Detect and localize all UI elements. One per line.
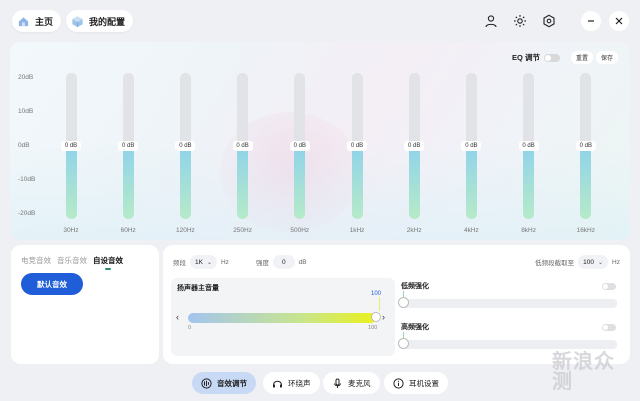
equalizer-icon <box>201 377 212 389</box>
nav-headset-settings[interactable]: 耳机设置 <box>384 372 448 394</box>
eq-reset-button[interactable]: 重置 <box>570 51 593 64</box>
frequency-label: 频段 <box>173 260 186 267</box>
frequency-unit: Hz <box>220 258 229 266</box>
y-label-20: 20dB <box>18 74 34 81</box>
nav-microphone-label: 麦克风 <box>348 378 371 388</box>
preset-card: 电竞音效 音乐音效 自设音效 默认音效 <box>11 245 159 364</box>
gain-label: 强度 <box>256 260 269 267</box>
treble-boost-handle[interactable] <box>398 338 409 349</box>
frequency-control: 频段 1K ⌄ Hz <box>173 255 229 269</box>
nav-surround-label: 环绕声 <box>288 378 311 388</box>
eq-band-value[interactable]: 0 dB <box>518 141 539 151</box>
eq-band-label: 16kHz <box>576 227 596 234</box>
minimize-icon <box>588 20 594 22</box>
my-config-button[interactable]: 我的配置 <box>66 10 134 32</box>
eq-toggle[interactable] <box>543 53 560 62</box>
y-label-10: 10dB <box>18 108 34 115</box>
cube-icon <box>70 14 84 28</box>
control-card: 频段 1K ⌄ Hz 强度 0 dB 低频段截取至 100 ⌄ Hz 扬声器主音… <box>163 245 630 364</box>
info-icon <box>393 377 404 389</box>
volume-increase-icon[interactable]: › <box>382 312 385 322</box>
eq-band-value[interactable]: 0 dB <box>461 141 482 151</box>
user-icon[interactable] <box>482 12 500 30</box>
speaker-volume-title: 扬声器主音量 <box>177 285 219 292</box>
minimize-button[interactable] <box>581 11 601 31</box>
lowcut-label: 低频段截取至 <box>535 260 575 267</box>
eq-band-label: 250Hz <box>233 227 252 234</box>
eq-panel: EQ 调节 重置 保存 20dB 10dB 0dB -10dB -20dB 0 … <box>10 42 630 240</box>
close-icon <box>615 17 623 25</box>
eq-band-value[interactable]: 0 dB <box>175 141 196 151</box>
eq-band-label: 2kHz <box>406 227 422 234</box>
eq-band-value[interactable]: 0 dB <box>232 141 253 151</box>
nav-sound-tuning[interactable]: 音效调节 <box>192 372 256 394</box>
preset-tabs: 电竞音效 音乐音效 自设音效 <box>21 255 129 270</box>
treble-boost-slider[interactable] <box>401 340 617 349</box>
eq-band-label: 30Hz <box>63 227 79 234</box>
lowcut-control: 低频段截取至 100 ⌄ Hz <box>535 255 620 269</box>
settings-icon[interactable] <box>540 12 558 30</box>
bass-boost-title: 低频强化 <box>401 283 429 290</box>
gain-control: 强度 0 dB <box>256 255 307 269</box>
eq-band-value[interactable]: 0 dB <box>61 141 81 151</box>
home-icon <box>16 14 30 28</box>
y-label-minus10: -10dB <box>18 176 36 183</box>
y-label-0: 0dB <box>18 142 30 149</box>
lowcut-unit: Hz <box>612 258 620 266</box>
eq-band-value[interactable]: 0 dB <box>289 141 310 151</box>
bass-boost-control: 低频强化 <box>398 278 622 316</box>
treble-boost-title: 高频强化 <box>401 324 429 331</box>
home-label: 主页 <box>35 16 54 27</box>
eq-save-button[interactable]: 保存 <box>595 51 618 64</box>
lowcut-value: 100 <box>583 258 595 266</box>
volume-slider[interactable] <box>188 313 376 323</box>
eq-band-value[interactable]: 0 dB <box>575 141 596 151</box>
eq-title: EQ 调节 <box>512 53 540 62</box>
eq-band-value[interactable]: 0 dB <box>404 141 425 151</box>
headphones-icon <box>272 378 283 389</box>
nav-headset-settings-label: 耳机设置 <box>409 378 439 388</box>
frequency-select[interactable]: 1K ⌄ <box>190 255 217 269</box>
volume-decrease-icon[interactable]: ‹ <box>176 312 179 322</box>
nav-microphone[interactable]: 麦克风 <box>323 372 380 394</box>
treble-boost-toggle[interactable] <box>602 324 616 331</box>
microphone-icon <box>332 378 343 389</box>
close-button[interactable] <box>609 11 629 31</box>
speaker-volume-box: 扬声器主音量 100 ‹ › 0 100 <box>171 278 395 356</box>
eq-band-label: 4kHz <box>463 227 479 234</box>
gain-input[interactable]: 0 <box>273 255 295 269</box>
nav-surround[interactable]: 环绕声 <box>263 372 320 394</box>
eq-band-label: 500Hz <box>290 227 310 234</box>
nav-sound-tuning-label: 音效调节 <box>217 378 247 388</box>
my-config-label: 我的配置 <box>89 16 126 27</box>
eq-band-value[interactable]: 0 dB <box>347 141 367 151</box>
tab-music-preset[interactable]: 音乐音效 <box>57 255 87 266</box>
bass-boost-handle[interactable] <box>398 297 409 308</box>
eq-band-value[interactable]: 0 dB <box>118 141 139 151</box>
bottom-nav: 音效调节 环绕声 麦克风 耳机设置 <box>0 370 640 396</box>
home-button[interactable]: 主页 <box>12 10 62 32</box>
bass-boost-slider[interactable] <box>401 299 617 308</box>
brightness-icon[interactable] <box>511 12 529 30</box>
volume-max-label: 100 <box>368 325 378 331</box>
chevron-down-icon: ⌄ <box>598 259 604 266</box>
eq-header: EQ 调节 重置 保存 <box>512 51 618 64</box>
tab-custom-preset[interactable]: 自设音效 <box>93 255 123 270</box>
default-preset-button[interactable]: 默认音效 <box>21 273 83 295</box>
eq-band-label: 120Hz <box>175 227 195 234</box>
watermark: 新浪众测 <box>552 351 615 393</box>
lowcut-select[interactable]: 100 ⌄ <box>578 255 609 269</box>
frequency-value: 1K <box>195 258 203 266</box>
volume-min-label: 0 <box>188 325 192 331</box>
tab-esports-preset[interactable]: 电竞音效 <box>21 255 51 266</box>
bass-boost-toggle[interactable] <box>602 283 616 290</box>
eq-band-label: 1kHz <box>349 227 365 234</box>
volume-slider-handle[interactable] <box>371 312 381 322</box>
eq-band-label: 60Hz <box>120 227 136 234</box>
gain-unit: dB <box>298 258 307 266</box>
chevron-down-icon: ⌄ <box>206 259 212 266</box>
y-label-minus20: -20dB <box>18 210 36 217</box>
eq-band-label: 8kHz <box>521 227 536 234</box>
top-bar: 主页 我的配置 <box>0 0 640 42</box>
